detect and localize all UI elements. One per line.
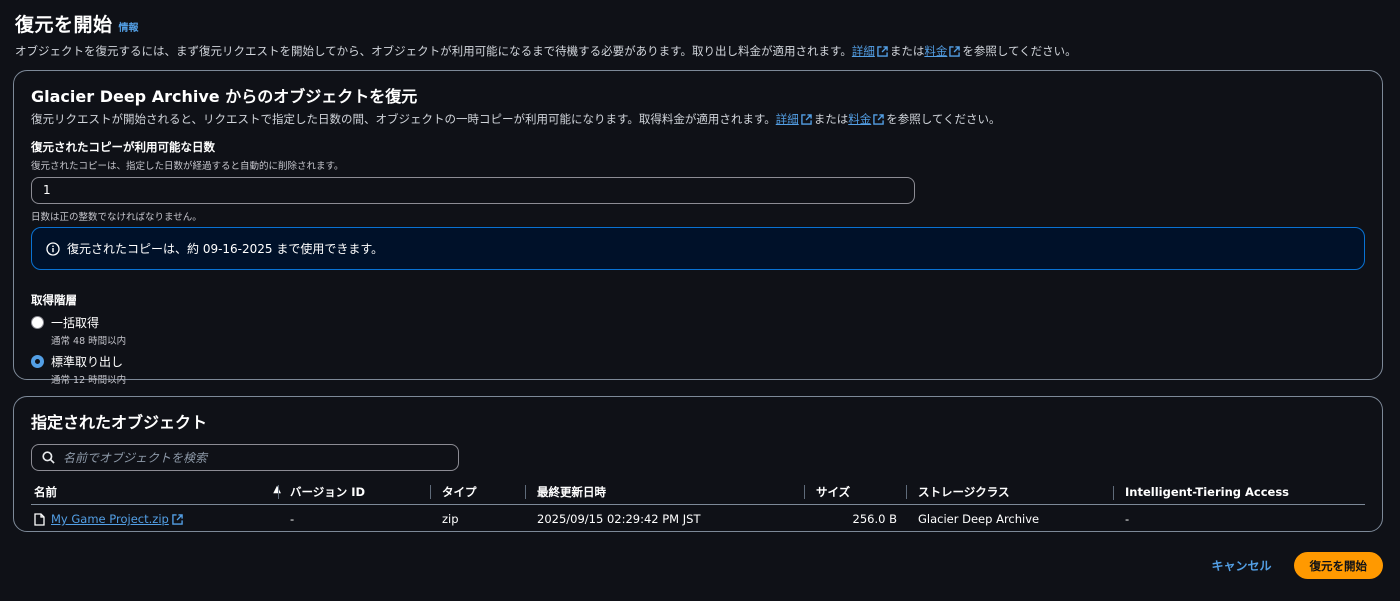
tier-label: 取得階層 <box>31 293 77 307</box>
info-icon <box>46 241 60 256</box>
column-version: バージョン ID <box>278 484 439 500</box>
page-description: オブジェクトを復元するには、まず復元リクエストを開始してから、オブジェクトが利用… <box>15 43 1385 59</box>
external-link-icon <box>877 46 888 57</box>
tier-bulk-desc: 通常 48 時間以内 <box>51 336 127 347</box>
cell-tiering: - <box>1125 512 1130 526</box>
days-constraint: 日数は正の整数でなければなりません。 <box>31 212 202 223</box>
desc-text: または <box>813 112 849 126</box>
panel-description: 復元リクエストが開始されると、リクエストで指定した日数の間、オブジェクトの一時コ… <box>31 111 1365 127</box>
pricing-link[interactable]: 料金 <box>924 44 947 58</box>
radio-checked[interactable] <box>31 355 44 368</box>
column-type: タイプ <box>430 484 534 500</box>
page-header: 復元を開始 情報 オブジェクトを復元するには、まず復元リクエストを開始してから、… <box>15 0 1385 59</box>
cancel-button[interactable]: キャンセル <box>1209 557 1273 574</box>
external-link-icon <box>800 114 812 125</box>
cell-modified: 2025/09/15 02:29:42 PM JST <box>537 512 701 526</box>
cell-version: - <box>290 512 295 526</box>
info-link[interactable]: 情報 <box>119 19 139 34</box>
days-description: 復元されたコピーは、指定した日数が経過すると自動的に削除されます。 <box>31 161 344 172</box>
column-size: サイズ <box>804 484 915 500</box>
column-label: 最終更新日時 <box>537 485 606 499</box>
column-label: タイプ <box>442 485 477 499</box>
column-tiering: Intelligent-Tiering Access <box>1113 485 1365 500</box>
tier-standard-desc: 通常 12 時間以内 <box>51 375 127 386</box>
desc-text: オブジェクトを復元するには、まず復元リクエストを開始してから、オブジェクトが利用… <box>15 44 852 58</box>
tier-standard-label: 標準取り出し <box>51 355 124 369</box>
column-label: ストレージクラス <box>918 485 1010 499</box>
external-link-icon <box>949 46 961 57</box>
tier-bulk-label: 一括取得 <box>51 316 100 330</box>
pricing-link[interactable]: 料金 <box>848 112 871 126</box>
object-search-input[interactable]: 名前でオブジェクトを検索 <box>31 444 459 471</box>
external-link-icon <box>873 114 885 125</box>
details-link[interactable]: 詳細 <box>776 112 799 126</box>
tier-standard-radio[interactable]: 標準取り出し 通常 12 時間以内 <box>31 353 1365 386</box>
start-restore-button[interactable]: 復元を開始 <box>1293 552 1383 579</box>
alert-text: 復元されたコピーは、約 09-16-2025 まで使用できます。 <box>67 242 384 256</box>
table-row: My Game Project.zip - zip 2025/09/15 02:… <box>31 505 1365 533</box>
desc-text: または <box>889 44 925 58</box>
cell-type: zip <box>442 512 459 526</box>
objects-panel: 指定されたオブジェクト 名前でオブジェクトを検索 名前▲ バージョン ID タイ… <box>13 396 1383 532</box>
column-label: サイズ <box>816 485 851 499</box>
objects-table: 名前▲ バージョン ID タイプ 最終更新日時 サイズ ストレージクラス Int… <box>31 480 1365 533</box>
page-title: 復元を開始 <box>15 14 113 36</box>
object-link[interactable]: My Game Project.zip <box>51 512 169 526</box>
external-link-icon <box>172 513 183 525</box>
radio-unchecked[interactable] <box>31 316 44 329</box>
cell-name: My Game Project.zip <box>31 512 287 526</box>
search-icon <box>42 451 55 464</box>
column-name[interactable]: 名前▲ <box>31 484 287 500</box>
cell-storage-class: Glacier Deep Archive <box>918 512 1040 526</box>
search-placeholder: 名前でオブジェクトを検索 <box>63 451 208 465</box>
info-alert: 復元されたコピーは、約 09-16-2025 まで使用できます。 <box>31 227 1365 270</box>
days-input[interactable]: 1 <box>31 177 915 204</box>
footer-actions: キャンセル 復元を開始 <box>1209 552 1383 579</box>
column-storage-class: ストレージクラス <box>906 484 1122 500</box>
table-header: 名前▲ バージョン ID タイプ 最終更新日時 サイズ ストレージクラス Int… <box>31 480 1365 505</box>
restore-settings-panel: Glacier Deep Archive からのオブジェクトを復元 復元リクエス… <box>13 70 1383 386</box>
details-link[interactable]: 詳細 <box>852 44 875 58</box>
desc-text: を参照してください。 <box>962 44 1077 58</box>
desc-text: を参照してください。 <box>886 112 1001 126</box>
column-label: 名前 <box>34 485 57 499</box>
days-label: 復元されたコピーが利用可能な日数 <box>31 140 215 154</box>
column-label: Intelligent-Tiering Access <box>1125 485 1290 499</box>
column-label: バージョン ID <box>290 485 366 499</box>
restore-page: 復元を開始 情報 オブジェクトを復元するには、まず復元リクエストを開始してから、… <box>0 0 1400 601</box>
column-modified: 最終更新日時 <box>525 484 813 500</box>
cell-size: 256.0 B <box>852 512 897 526</box>
panel-title: 指定されたオブジェクト <box>31 413 208 432</box>
file-icon <box>34 512 45 526</box>
panel-title: Glacier Deep Archive からのオブジェクトを復元 <box>31 87 418 106</box>
desc-text: 復元リクエストが開始されると、リクエストで指定した日数の間、オブジェクトの一時コ… <box>31 112 776 126</box>
tier-bulk-radio[interactable]: 一括取得 通常 48 時間以内 <box>31 314 1365 347</box>
